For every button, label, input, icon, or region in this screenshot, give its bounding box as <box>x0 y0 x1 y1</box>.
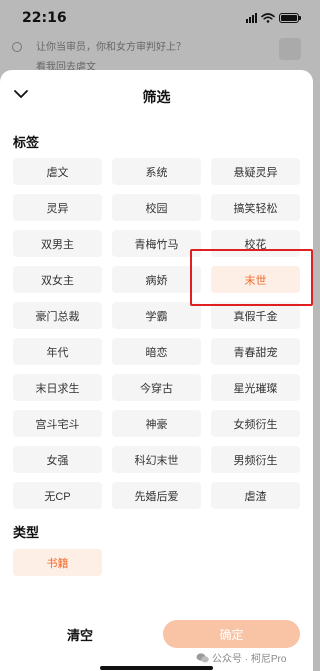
sheet-header: 筛选 <box>0 70 313 120</box>
watermark-text: 公众号 · 柯尼Pro <box>212 654 287 665</box>
tag-chip[interactable]: 女频衍生 <box>211 410 300 437</box>
status-bar: 22:16 <box>0 0 313 40</box>
wifi-icon <box>261 13 275 23</box>
tag-chip[interactable]: 年代 <box>13 338 102 365</box>
tag-chip[interactable]: 系统 <box>112 158 201 185</box>
confirm-button[interactable]: 确定 <box>163 620 300 648</box>
tag-chip[interactable]: 科幻末世 <box>112 446 201 473</box>
search-icon <box>12 42 22 52</box>
tag-chip[interactable]: 双女主 <box>13 266 102 293</box>
tag-chip[interactable]: 无CP <box>13 482 102 509</box>
tag-chip[interactable]: 虐文 <box>13 158 102 185</box>
tag-chip[interactable]: 青梅竹马 <box>112 230 201 257</box>
tag-chip[interactable]: 女强 <box>13 446 102 473</box>
tag-chip[interactable]: 校花 <box>211 230 300 257</box>
tag-chip[interactable]: 双男主 <box>13 230 102 257</box>
background-text-line1: 让你当审员，你和女方审判好上？ <box>36 42 186 53</box>
tag-chip[interactable]: 悬疑灵异 <box>211 158 300 185</box>
tag-chip[interactable]: 男频衍生 <box>211 446 300 473</box>
tag-chip[interactable]: 病娇 <box>112 266 201 293</box>
wechat-icon <box>196 652 209 662</box>
tag-chip[interactable]: 搞笑轻松 <box>211 194 300 221</box>
tag-chip[interactable]: 灵异 <box>13 194 102 221</box>
sheet-title: 筛选 <box>142 89 171 105</box>
signal-icon <box>246 13 257 23</box>
background-thumbnail <box>279 38 301 60</box>
type-section-title: 类型 <box>13 525 40 540</box>
tag-chip[interactable]: 末日求生 <box>13 374 102 401</box>
tag-chip[interactable]: 真假千金 <box>211 302 300 329</box>
tag-chip[interactable]: 豪门总裁 <box>13 302 102 329</box>
tags-grid: 虐文 系统 悬疑灵异灵异 校园 搞笑轻松双男主 青梅竹马 校花双女主 病娇 末世豪门总裁 学霸 真假… <box>13 158 301 509</box>
filter-sheet: 筛选 标签 虐文 系统 悬疑灵异灵异 校园 搞笑轻松双男主 青梅竹马 校花双女主 病娇 末世豪门… <box>0 70 313 671</box>
tag-chip[interactable]: 暗恋 <box>112 338 201 365</box>
tag-chip[interactable]: 末世 <box>211 266 300 293</box>
watermark: 公众号 · 柯尼Pro <box>196 650 286 665</box>
tag-chip[interactable]: 先婚后爱 <box>112 482 201 509</box>
status-time: 22:16 <box>22 10 67 26</box>
tag-chip[interactable]: 虐渣 <box>211 482 300 509</box>
status-icons <box>246 13 301 23</box>
tag-chip[interactable]: 神豪 <box>112 410 201 437</box>
tag-chip[interactable]: 青春甜宠 <box>211 338 300 365</box>
home-indicator <box>100 666 213 670</box>
type-option-books[interactable]: 书籍 <box>13 549 102 576</box>
clear-button[interactable]: 清空 <box>30 620 130 648</box>
tag-chip[interactable]: 学霸 <box>112 302 201 329</box>
tags-section-title: 标签 <box>13 135 40 150</box>
sheet-footer: 清空 确定 公众号 · 柯尼Pro <box>0 618 313 671</box>
tag-chip[interactable]: 校园 <box>112 194 201 221</box>
battery-icon <box>279 13 301 23</box>
tag-chip[interactable]: 星光璀璨 <box>211 374 300 401</box>
tag-chip[interactable]: 宫斗宅斗 <box>13 410 102 437</box>
tag-chip[interactable]: 今穿古 <box>112 374 201 401</box>
